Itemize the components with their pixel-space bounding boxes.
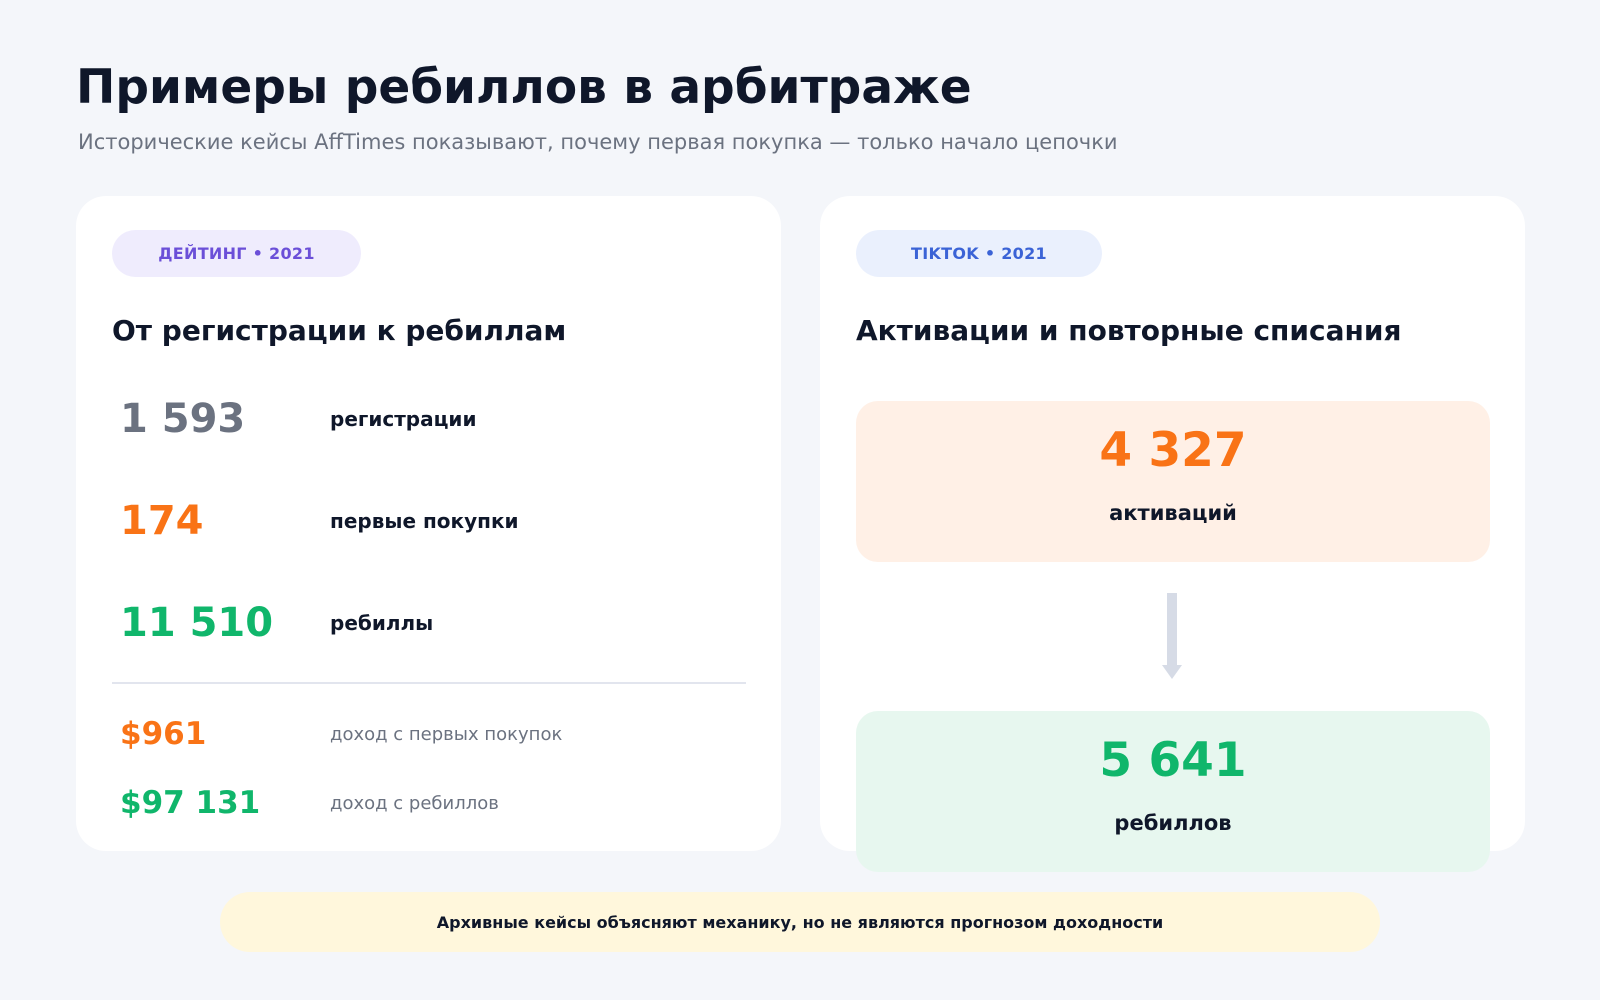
page-subtitle: Исторические кейсы AffTimes показывают, … bbox=[78, 130, 1118, 154]
registrations-label: регистрации bbox=[330, 407, 477, 431]
page-title: Примеры ребиллов в арбитраже bbox=[76, 60, 972, 115]
tiktok-case-card: TIKTOK • 2021 Активации и повторные спис… bbox=[820, 196, 1525, 872]
first-purchases-value: 174 bbox=[120, 498, 204, 544]
rebill-revenue-label: доход с ребиллов bbox=[330, 793, 499, 814]
tiktok-case-tag: TIKTOK • 2021 bbox=[856, 230, 1102, 277]
first-purchases-label: первые покупки bbox=[330, 509, 519, 533]
tiktok-rebills-value: 5 641 bbox=[1099, 733, 1247, 788]
activations-value: 4 327 bbox=[1099, 423, 1247, 478]
arrow-down-icon bbox=[1162, 593, 1182, 679]
activations-box: 4 327 активаций bbox=[856, 401, 1490, 562]
registrations-value: 1 593 bbox=[120, 396, 246, 442]
first-purchase-revenue-label: доход с первых покупок bbox=[330, 724, 563, 745]
rebill-revenue-value: $97 131 bbox=[120, 785, 261, 821]
stats-divider bbox=[112, 682, 746, 684]
rebills-value: 11 510 bbox=[120, 600, 274, 646]
dating-case-tag: ДЕЙТИНГ • 2021 bbox=[112, 230, 361, 277]
rebills-label: ребиллы bbox=[330, 611, 434, 635]
first-purchase-revenue-value: $961 bbox=[120, 716, 207, 752]
tiktok-rebills-label: ребиллов bbox=[1114, 811, 1232, 835]
rebills-box: 5 641 ребиллов bbox=[856, 711, 1490, 872]
dating-case-title: От регистрации к ребиллам bbox=[112, 314, 567, 347]
tiktok-case-title: Активации и повторные списания bbox=[856, 314, 1402, 347]
dating-case-card: ДЕЙТИНГ • 2021 От регистрации к ребиллам… bbox=[76, 196, 781, 851]
disclaimer-note: Архивные кейсы объясняют механику, но не… bbox=[220, 892, 1380, 952]
activations-label: активаций bbox=[1109, 501, 1237, 525]
